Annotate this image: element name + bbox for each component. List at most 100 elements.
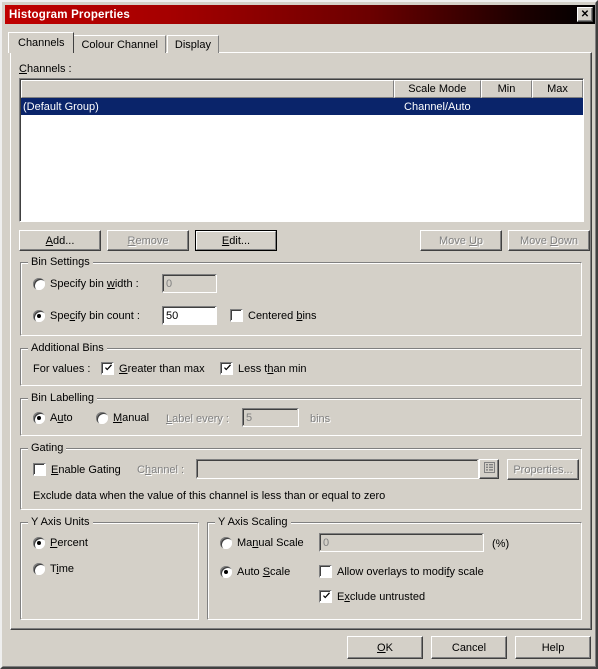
gating-channel-browse-button[interactable]	[479, 459, 499, 479]
checkbox-less-than-min[interactable]: Less than min	[220, 362, 307, 375]
checkbox-centered-bins-label: Centered bins	[248, 309, 317, 322]
cancel-button[interactable]: Cancel	[431, 636, 507, 659]
tab-display[interactable]: Display	[166, 35, 219, 53]
checkbox-enable-gating-indicator	[33, 463, 46, 476]
radio-y-units-percent-indicator	[33, 537, 45, 549]
checkbox-greater-than-max-indicator	[101, 362, 114, 375]
radio-y-units-time[interactable]: Time	[33, 563, 74, 575]
tab-channels[interactable]: Channels	[8, 32, 75, 53]
bin-width-input[interactable]: 0	[162, 274, 217, 293]
for-values-label: For values :	[33, 363, 91, 375]
group-bin-settings: Bin Settings Specify bin width : 0 Speci…	[20, 256, 582, 336]
radio-bin-label-auto-label: Auto	[50, 412, 73, 424]
checkbox-exclude-untrusted-label: Exclude untrusted	[337, 590, 426, 603]
radio-y-units-time-label: Time	[50, 563, 75, 575]
checkbox-centered-bins-indicator	[230, 309, 243, 322]
bin-count-input[interactable]: 50	[162, 306, 217, 325]
column-header-max[interactable]: Max	[531, 80, 583, 98]
channels-listview-header: Scale Mode Min Max	[21, 80, 583, 98]
gating-channel-label: Channel :	[137, 464, 185, 476]
channels-list-label: Channels :	[19, 63, 72, 75]
ok-button-label: OK	[377, 641, 393, 654]
radio-specify-bin-width[interactable]: Specify bin width :	[33, 278, 139, 290]
column-header-scale-mode[interactable]: Scale Mode	[393, 80, 481, 98]
cell-channel-name: (Default Group)	[23, 100, 99, 113]
check-mark-icon	[104, 364, 113, 373]
label-every-value: 5	[246, 411, 253, 424]
label-every-label: Label every :	[166, 413, 229, 425]
radio-auto-scale[interactable]: Auto Scale	[220, 566, 290, 578]
add-button[interactable]: Add...	[19, 230, 101, 251]
checkbox-centered-bins[interactable]: Centered bins	[230, 309, 317, 322]
radio-y-units-percent-label: Percent	[50, 537, 88, 549]
radio-specify-bin-width-label: Specify bin width :	[50, 278, 139, 290]
tab-strip: Channels Colour Channel Display	[8, 32, 220, 53]
cell-scale-mode: Channel/Auto	[404, 100, 471, 113]
add-button-label: Add...	[45, 234, 75, 247]
list-icon	[483, 462, 495, 476]
edit-button-label: Edit...	[221, 234, 251, 247]
radio-manual-scale-label: Manual Scale	[237, 537, 304, 549]
group-bin-labelling-title: Bin Labelling	[28, 392, 97, 404]
radio-specify-bin-width-indicator	[33, 278, 45, 290]
edit-button[interactable]: Edit...	[195, 230, 277, 251]
group-y-axis-units: Y Axis Units Percent Time	[20, 516, 199, 620]
gating-properties-button-label: Properties...	[513, 463, 573, 476]
radio-bin-label-auto-indicator	[33, 412, 45, 424]
move-down-button-label: Move Down	[519, 234, 579, 247]
edit-button-face: Edit...	[196, 231, 276, 250]
radio-manual-scale[interactable]: Manual Scale	[220, 537, 304, 549]
radio-y-units-time-indicator	[33, 563, 45, 575]
radio-bin-label-auto[interactable]: Auto	[33, 412, 73, 424]
column-header-name[interactable]	[21, 80, 394, 98]
radio-specify-bin-count[interactable]: Specify bin count :	[33, 310, 140, 322]
checkbox-less-than-min-indicator	[220, 362, 233, 375]
radio-auto-scale-label: Auto Scale	[237, 566, 291, 578]
channels-listview[interactable]: Scale Mode Min Max (Default Group) Chann…	[19, 78, 584, 222]
ok-button[interactable]: OK	[347, 636, 423, 659]
help-button[interactable]: Help	[515, 636, 591, 659]
radio-y-units-percent[interactable]: Percent	[33, 537, 88, 549]
checkbox-allow-overlays[interactable]: Allow overlays to modify scale	[319, 565, 484, 578]
manual-scale-unit-label: (%)	[492, 538, 510, 550]
manual-scale-value: 0	[323, 536, 330, 549]
manual-scale-input[interactable]: 0	[319, 533, 484, 552]
label-every-input[interactable]: 5	[242, 408, 299, 427]
histogram-properties-window: Histogram Properties ✕ Channels Colour C…	[0, 0, 598, 669]
checkbox-greater-than-max[interactable]: Greater than max	[101, 362, 205, 375]
bin-width-value: 0	[166, 277, 173, 290]
title-bar-buttons: ✕	[577, 7, 593, 22]
title-bar[interactable]: Histogram Properties ✕	[5, 5, 595, 24]
tab-colour-channel-label: Colour Channel	[81, 38, 158, 51]
checkbox-enable-gating[interactable]: Enable Gating	[33, 463, 121, 476]
radio-auto-scale-indicator	[220, 566, 232, 578]
group-y-axis-scaling-title: Y Axis Scaling	[215, 516, 291, 528]
checkbox-allow-overlays-label: Allow overlays to modify scale	[337, 565, 484, 578]
group-bin-labelling: Bin Labelling Auto Manual Label every : …	[20, 392, 582, 436]
column-header-min[interactable]: Min	[480, 80, 532, 98]
channels-listview-inner: Scale Mode Min Max (Default Group) Chann…	[20, 79, 583, 221]
radio-bin-label-manual[interactable]: Manual	[96, 412, 149, 424]
tab-colour-channel[interactable]: Colour Channel	[73, 35, 166, 53]
group-bin-settings-title: Bin Settings	[28, 256, 93, 268]
gating-channel-input[interactable]	[196, 459, 479, 479]
remove-button[interactable]: Remove	[107, 230, 189, 251]
bins-unit-label: bins	[310, 413, 331, 425]
close-icon[interactable]: ✕	[577, 7, 593, 22]
group-y-axis-units-title: Y Axis Units	[28, 516, 93, 528]
gating-properties-button[interactable]: Properties...	[507, 459, 579, 480]
checkbox-enable-gating-label: Enable Gating	[51, 463, 121, 476]
tab-channels-label: Channels	[18, 37, 65, 49]
move-down-button[interactable]: Move Down	[508, 230, 590, 251]
remove-button-label: Remove	[127, 234, 169, 247]
checkbox-allow-overlays-indicator	[319, 565, 332, 578]
group-gating-title: Gating	[28, 442, 67, 454]
help-button-label: Help	[541, 641, 565, 654]
radio-specify-bin-count-label: Specify bin count :	[50, 310, 140, 322]
table-row[interactable]: (Default Group) Channel/Auto	[21, 98, 583, 115]
move-up-button[interactable]: Move Up	[420, 230, 502, 251]
checkbox-exclude-untrusted[interactable]: Exclude untrusted	[319, 590, 425, 603]
tab-display-label: Display	[174, 38, 211, 51]
group-bin-settings-frame	[20, 262, 582, 336]
checkbox-greater-than-max-label: Greater than max	[119, 362, 205, 375]
